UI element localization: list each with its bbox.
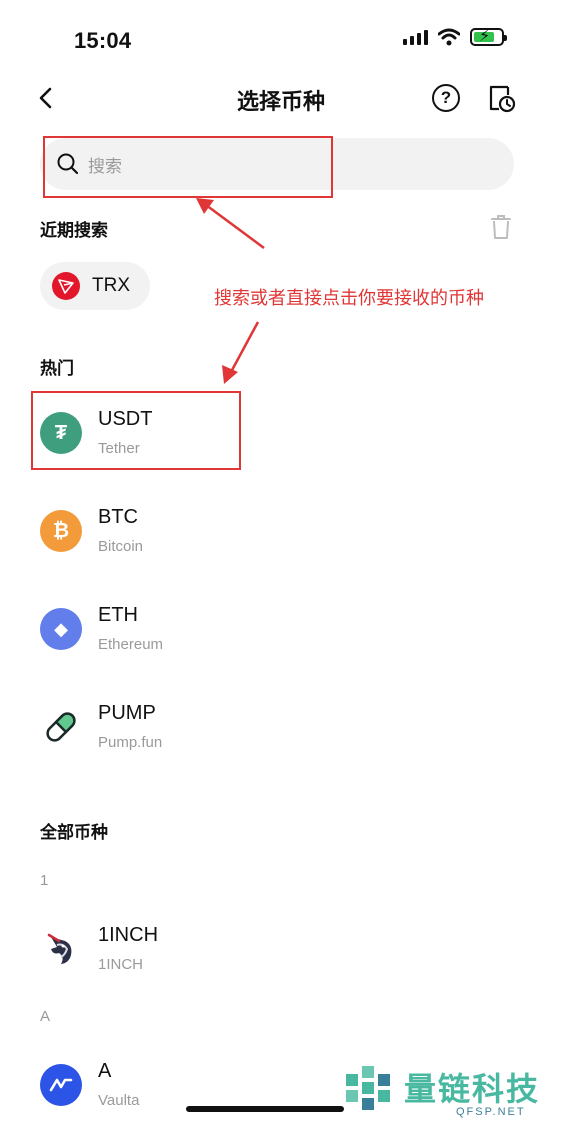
watermark-site: QFSP.NET (456, 1106, 526, 1118)
coin-row-pump[interactable]: PUMP Pump.fun (40, 692, 520, 762)
index-letter: 1 (40, 872, 49, 889)
coin-name: Ethereum (98, 636, 164, 653)
unicorn-icon (40, 928, 82, 970)
usdt-highlight-box (31, 391, 241, 470)
pill-icon (40, 706, 82, 748)
coin-row-1inch[interactable]: 1INCH 1INCH (40, 914, 520, 984)
coin-symbol: PUMP (98, 702, 156, 724)
coin-name: Bitcoin (98, 538, 144, 555)
ethereum-icon: ◆ (40, 608, 82, 650)
hot-title: 热门 (40, 359, 74, 378)
all-coins-title: 全部币种 (40, 823, 108, 842)
coin-symbol: ETH (98, 604, 138, 626)
annotation-arrows (196, 198, 265, 384)
coin-row-eth[interactable]: ◆ ETH Ethereum (40, 594, 520, 664)
coin-symbol: BTC (98, 506, 138, 528)
bitcoin-icon: ₿ (40, 510, 82, 552)
coin-name: Pump.fun (98, 734, 163, 751)
coin-row-btc[interactable]: ₿ BTC Bitcoin (40, 496, 520, 566)
home-indicator[interactable] (186, 1106, 344, 1112)
coin-name: Vaulta (98, 1092, 140, 1109)
watermark-brand: 量链科技 (404, 1071, 541, 1107)
coin-symbol: 1INCH (98, 924, 159, 946)
coin-name: 1INCH (98, 956, 144, 973)
watermark: 量链科技 QFSP.NET (338, 1060, 562, 1124)
index-letter: A (40, 1008, 51, 1025)
coin-symbol: A (98, 1060, 112, 1082)
watermark-logo-icon (346, 1066, 390, 1110)
vaulta-icon (40, 1064, 82, 1106)
